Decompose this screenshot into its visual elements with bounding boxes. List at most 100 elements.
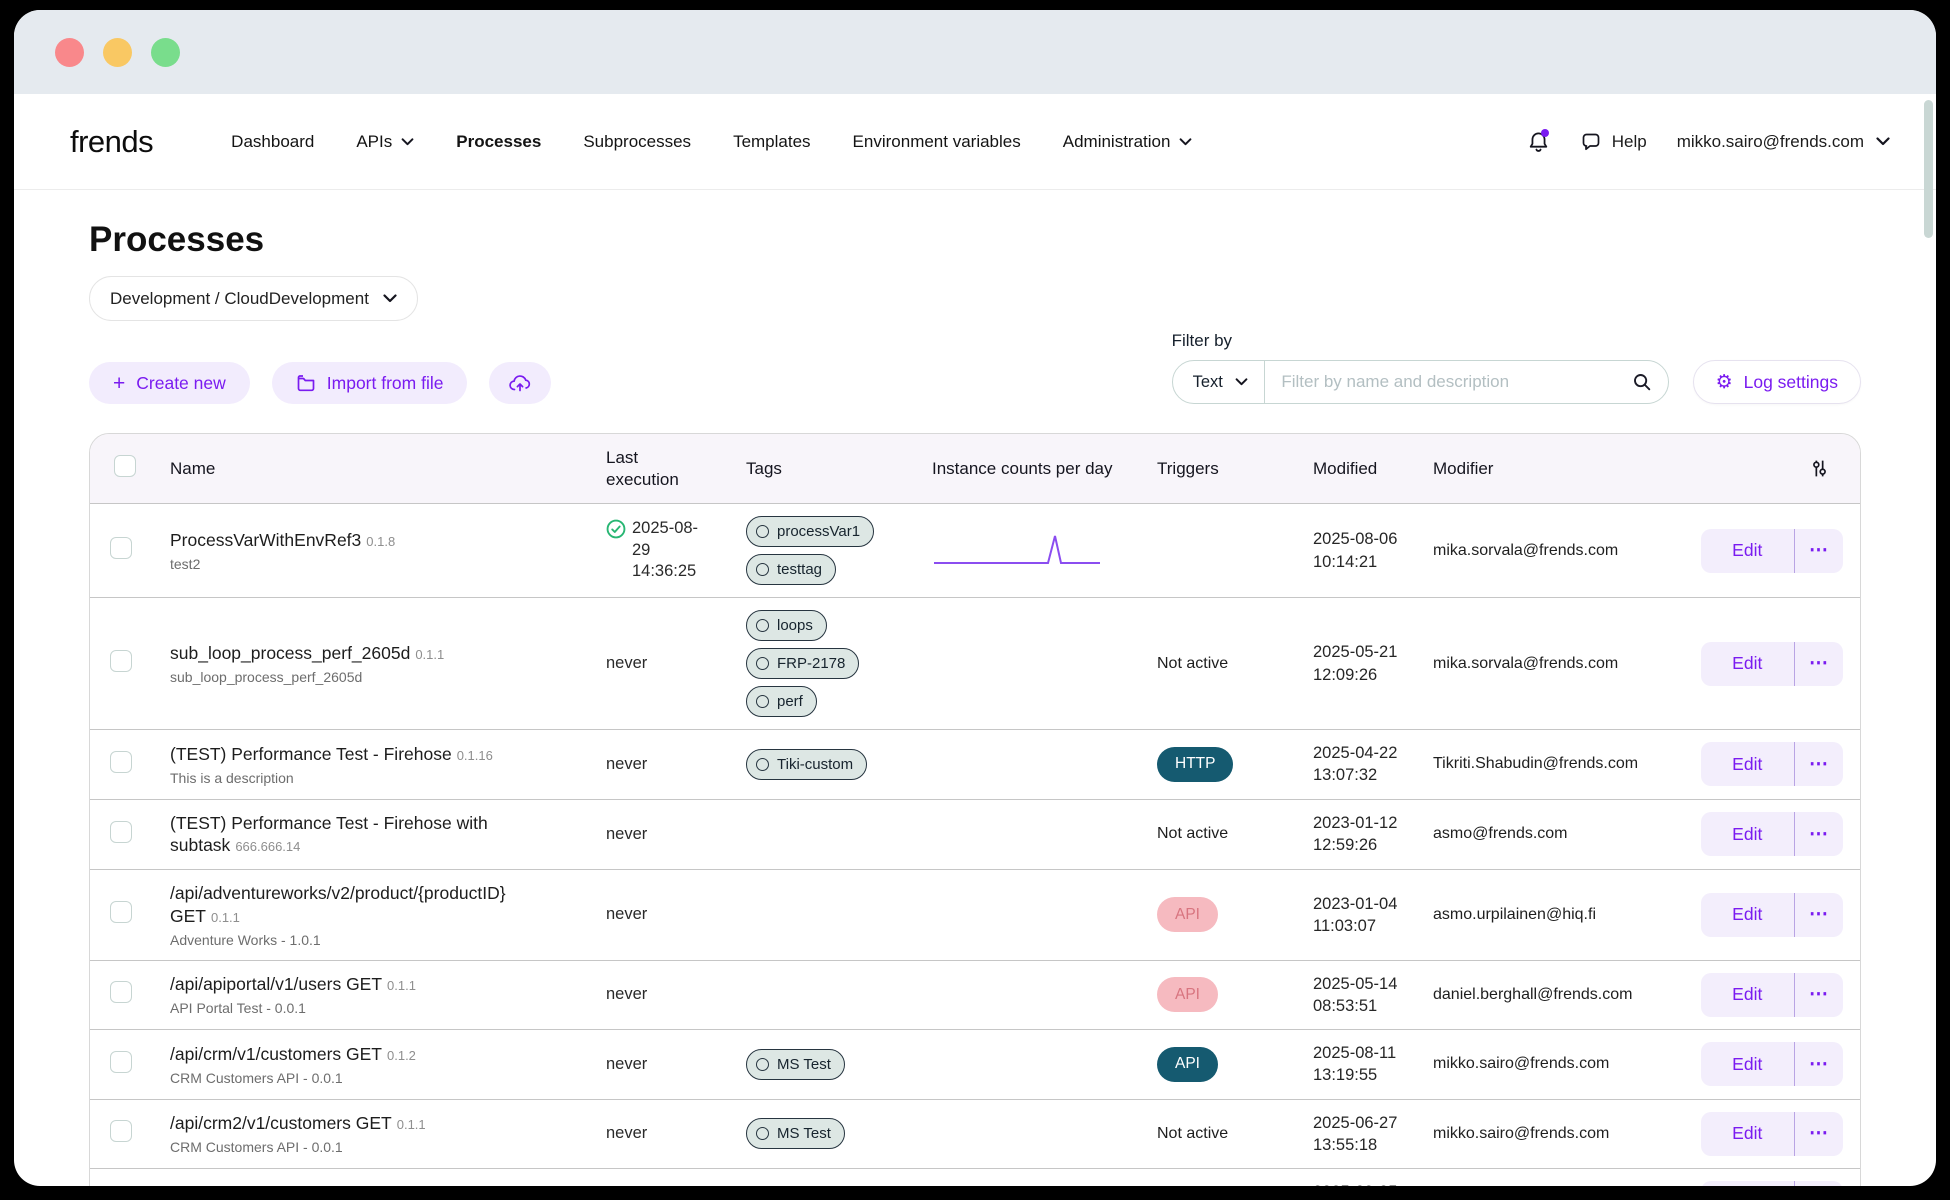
tag-pill[interactable]: MS Test [746, 1118, 845, 1149]
user-menu[interactable]: mikko.sairo@frends.com [1677, 132, 1890, 152]
process-name[interactable]: (TEST) Performance Test - Firehose [170, 744, 452, 764]
nav-item-label: APIs [356, 132, 392, 152]
last-execution-cell: never [582, 972, 722, 1017]
actions-cell: Edit⋯ [1699, 1100, 1861, 1168]
trigger-badge[interactable]: HTTP [1157, 747, 1233, 782]
table-row: sub_loop_process_perf_2605d0.1.1sub_loop… [90, 597, 1860, 729]
folder-icon [296, 373, 316, 393]
process-name-cell[interactable]: /api/adventureworks/v2/product/{productI… [146, 870, 582, 960]
create-new-button[interactable]: + Create new [89, 362, 250, 404]
row-checkbox[interactable] [110, 981, 132, 1003]
edit-button[interactable]: Edit [1701, 1112, 1794, 1156]
cloud-upload-button[interactable] [489, 362, 551, 404]
process-name[interactable]: /api/JacekSample/v1/users GET [170, 1183, 420, 1186]
process-name-cell[interactable]: sub_loop_process_perf_2605d0.1.1sub_loop… [146, 630, 582, 697]
import-from-file-button[interactable]: Import from file [272, 362, 468, 404]
row-checkbox[interactable] [110, 537, 132, 559]
trigger-badge[interactable]: API [1157, 1047, 1218, 1082]
more-actions-button[interactable]: ⋯ [1795, 642, 1843, 686]
modified-cell: 2025-05-14 08:53:51 [1289, 961, 1409, 1030]
more-actions-button[interactable]: ⋯ [1795, 529, 1843, 573]
nav-item-label: Subprocesses [583, 132, 691, 152]
process-name[interactable]: /api/apiportal/v1/users GET [170, 974, 382, 994]
process-name-cell[interactable]: /api/crm/v1/customers GET0.1.2CRM Custom… [146, 1031, 582, 1098]
row-checkbox[interactable] [110, 1120, 132, 1142]
nav-item-apis[interactable]: APIs [356, 132, 414, 152]
tag-pill[interactable]: FRP-2178 [746, 648, 859, 679]
tag-pill[interactable]: perf [746, 686, 817, 717]
log-settings-button[interactable]: ⚙ Log settings [1693, 360, 1861, 404]
trigger-badge[interactable]: API [1157, 897, 1218, 932]
row-checkbox[interactable] [110, 901, 132, 923]
filter-type-select[interactable]: Text [1173, 361, 1264, 403]
more-actions-button[interactable]: ⋯ [1795, 742, 1843, 786]
column-name[interactable]: Name [146, 448, 582, 489]
process-name-cell[interactable]: /api/crm2/v1/customers GET0.1.1CRM Custo… [146, 1100, 582, 1167]
tag-pill[interactable]: Tiki-custom [746, 749, 867, 780]
process-name[interactable]: /api/crm/v1/customers GET [170, 1044, 382, 1064]
edit-button[interactable]: Edit [1701, 973, 1794, 1017]
edit-button[interactable]: Edit [1701, 1042, 1794, 1086]
edit-button[interactable]: Edit [1701, 893, 1794, 937]
close-window-dot[interactable] [55, 38, 84, 67]
column-last-execution[interactable]: Last execution [582, 437, 722, 500]
column-triggers[interactable]: Triggers [1133, 448, 1289, 489]
maximize-window-dot[interactable] [151, 38, 180, 67]
process-name-cell[interactable]: (TEST) Performance Test - Firehose with … [146, 800, 582, 870]
select-all-checkbox[interactable] [114, 455, 136, 477]
minimize-window-dot[interactable] [103, 38, 132, 67]
frends-logo[interactable]: frends [70, 124, 153, 160]
edit-button[interactable]: Edit [1701, 529, 1794, 573]
search-icon[interactable] [1632, 372, 1668, 392]
modifier-email: Tikriti.Shabudin@frends.com [1433, 755, 1691, 773]
edit-button[interactable]: Edit [1701, 742, 1794, 786]
process-name[interactable]: ProcessVarWithEnvRef3 [170, 530, 361, 550]
column-modified[interactable]: Modified [1289, 448, 1409, 489]
row-checkbox[interactable] [110, 1051, 132, 1073]
process-name-cell[interactable]: ProcessVarWithEnvRef30.1.8test2 [146, 517, 582, 584]
process-name-cell[interactable]: /api/JacekSample/v1/users GET0.1.4Jacek … [146, 1170, 582, 1186]
filter-search-input[interactable] [1265, 361, 1631, 403]
process-name-cell[interactable]: /api/apiportal/v1/users GET0.1.1API Port… [146, 961, 582, 1028]
tag-pill[interactable]: MS Test [746, 1049, 845, 1080]
column-tags[interactable]: Tags [722, 448, 908, 489]
more-actions-button[interactable]: ⋯ [1795, 1042, 1843, 1086]
row-checkbox[interactable] [110, 751, 132, 773]
row-checkbox[interactable] [110, 650, 132, 672]
column-settings-icon[interactable] [1809, 458, 1830, 479]
nav-item-label: Administration [1063, 132, 1171, 152]
tag-pill[interactable]: loops [746, 610, 827, 641]
process-version: 666.666.14 [235, 839, 300, 854]
tag-pill[interactable]: processVar1 [746, 516, 874, 547]
nav-item-subprocesses[interactable]: Subprocesses [583, 132, 691, 152]
more-actions-button[interactable]: ⋯ [1795, 1181, 1843, 1186]
nav-item-administration[interactable]: Administration [1063, 132, 1193, 152]
nav-item-templates[interactable]: Templates [733, 132, 810, 152]
environment-scope-selector[interactable]: Development / CloudDevelopment [89, 276, 418, 321]
tag-pill[interactable]: testtag [746, 554, 836, 585]
more-actions-button[interactable]: ⋯ [1795, 973, 1843, 1017]
edit-button[interactable]: Edit [1701, 1181, 1794, 1186]
process-name[interactable]: /api/crm2/v1/customers GET [170, 1113, 392, 1133]
edit-button[interactable]: Edit [1701, 642, 1794, 686]
more-actions-button[interactable]: ⋯ [1795, 893, 1843, 937]
more-actions-button[interactable]: ⋯ [1795, 812, 1843, 856]
more-actions-button[interactable]: ⋯ [1795, 1112, 1843, 1156]
row-checkbox[interactable] [110, 821, 132, 843]
nav-item-processes[interactable]: Processes [456, 132, 541, 152]
process-name[interactable]: (TEST) Performance Test - Firehose with … [170, 813, 488, 856]
column-modifier[interactable]: Modifier [1409, 448, 1699, 489]
vertical-scrollbar[interactable] [1924, 100, 1933, 238]
help-button[interactable]: Help [1580, 131, 1647, 153]
filter-controls: Text ⚙ Log settings [1172, 360, 1861, 404]
trigger-badge[interactable]: API [1157, 977, 1218, 1012]
modifier-email: mika.sorvala@frends.com [1433, 655, 1691, 673]
column-instance-counts[interactable]: Instance counts per day [908, 448, 1133, 489]
nav-item-dashboard[interactable]: Dashboard [231, 132, 314, 152]
process-name-cell[interactable]: (TEST) Performance Test - Firehose0.1.16… [146, 731, 582, 798]
chevron-down-icon [401, 138, 414, 146]
nav-item-environment-variables[interactable]: Environment variables [853, 132, 1021, 152]
notifications-bell-icon[interactable] [1527, 130, 1550, 154]
edit-button[interactable]: Edit [1701, 812, 1794, 856]
process-name[interactable]: sub_loop_process_perf_2605d [170, 643, 410, 663]
